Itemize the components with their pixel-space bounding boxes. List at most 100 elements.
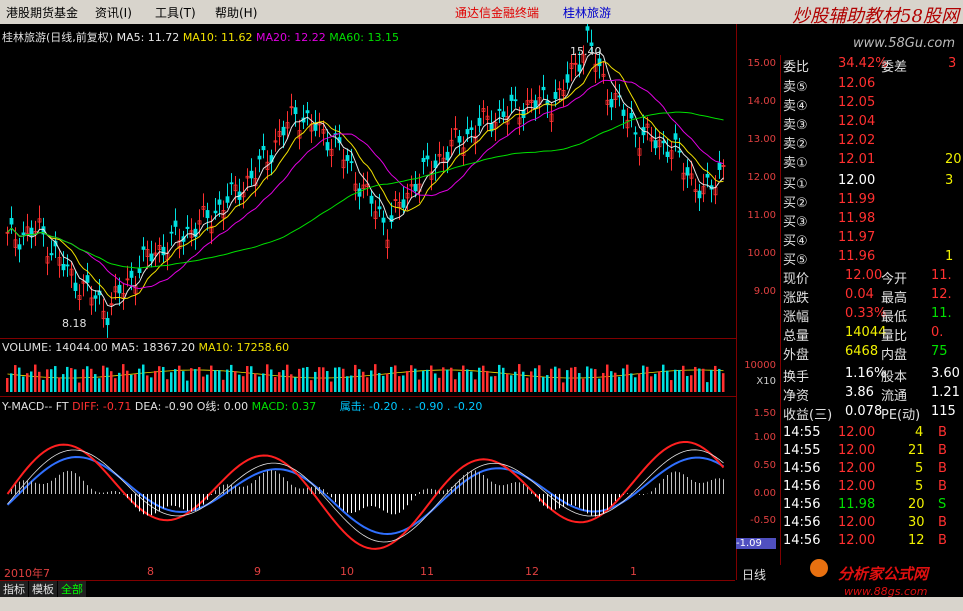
sell-level-label: 卖② xyxy=(783,137,808,152)
volume-bar xyxy=(606,364,609,392)
ma5-line xyxy=(7,51,724,308)
tick-side: B xyxy=(938,425,947,440)
volume-bar xyxy=(706,382,709,392)
stat-label: 量比 xyxy=(881,329,908,344)
ma60-line xyxy=(7,111,724,269)
volume-bar xyxy=(722,373,725,392)
volume-bar xyxy=(470,371,473,392)
tick-side: S xyxy=(938,497,947,512)
sell-price: 12.05 xyxy=(838,95,876,110)
volume-bar xyxy=(614,372,617,392)
menu-help[interactable]: 帮助(H) xyxy=(215,4,257,21)
date-label: 12 xyxy=(525,565,539,578)
volume-bar xyxy=(18,367,21,392)
sell-price: 12.02 xyxy=(838,133,876,148)
candle xyxy=(465,129,470,135)
kline-chart[interactable]: 15.40 8.18 xyxy=(0,24,736,580)
volume-bar xyxy=(478,367,481,392)
candle xyxy=(117,284,122,294)
volume-bar xyxy=(294,377,297,392)
volume-bar xyxy=(58,377,61,392)
candle xyxy=(653,140,658,149)
volume-bar xyxy=(506,373,509,392)
volume-bar xyxy=(414,368,417,392)
stat-value: 115 xyxy=(931,404,956,419)
buy-volume: 1 xyxy=(945,249,954,264)
volume-bar xyxy=(302,367,305,392)
sell-level-label: 卖③ xyxy=(783,118,808,133)
volume-bar xyxy=(322,367,325,392)
volume-bar xyxy=(718,368,721,392)
volume-bar xyxy=(74,369,77,392)
volume-bar xyxy=(326,371,329,392)
volume-bar xyxy=(346,376,349,392)
volume-bar xyxy=(474,379,477,392)
volume-bar xyxy=(98,378,101,392)
sell-level-label: 卖① xyxy=(783,156,808,171)
stat-label: 净资 xyxy=(783,389,810,404)
volume-bar xyxy=(150,377,153,392)
candle xyxy=(213,210,218,214)
weicha-value: 3 xyxy=(948,56,957,71)
vol-unit: X10 xyxy=(756,376,776,387)
volume-bar xyxy=(134,374,137,392)
candle xyxy=(281,126,286,136)
volume-bar xyxy=(278,372,281,392)
logo-url: www.88gs.com xyxy=(844,585,928,598)
y-tick: 9.00 xyxy=(753,286,776,297)
candle xyxy=(149,253,154,262)
tick-volume: 5 xyxy=(915,461,924,476)
volume-bar xyxy=(238,374,241,392)
stat-value: 12.00 xyxy=(845,268,883,283)
volume-bar xyxy=(10,373,13,392)
tab-indicator[interactable]: 指标 xyxy=(0,581,28,597)
volume-bar xyxy=(86,366,89,392)
tick-price: 12.00 xyxy=(838,443,876,458)
candle xyxy=(9,218,14,225)
macd-y-tick: 0.00 xyxy=(753,488,776,499)
volume-bar xyxy=(46,369,49,392)
menu-info[interactable]: 资讯(I) xyxy=(95,4,132,21)
candle xyxy=(173,220,178,227)
volume-bar xyxy=(486,370,489,392)
candle xyxy=(349,161,354,164)
stat-label: 收益(三) xyxy=(783,408,833,423)
volume-bar xyxy=(386,373,389,392)
candle xyxy=(369,195,374,204)
tab-template[interactable]: 模板 xyxy=(29,581,57,597)
stat-label: PE(动) xyxy=(881,408,921,423)
candle xyxy=(677,150,682,153)
menu-hk-futures[interactable]: 港股期货基金 xyxy=(6,4,78,21)
volume-bar xyxy=(462,365,465,392)
stat-value: 12. xyxy=(931,287,952,302)
volume-bar xyxy=(622,368,625,392)
date-label: 8 xyxy=(147,565,154,578)
volume-bar xyxy=(94,374,97,392)
candle xyxy=(633,132,638,135)
volume-bar xyxy=(14,365,17,392)
volume-bar xyxy=(374,364,377,392)
stat-label: 换手 xyxy=(783,370,810,385)
volume-bar xyxy=(582,378,585,392)
volume-bar xyxy=(42,379,45,392)
volume-bar xyxy=(334,367,337,392)
macd-y-tick: -0.50 xyxy=(750,515,776,526)
stat-label: 现价 xyxy=(783,272,810,287)
y-tick: 12.00 xyxy=(747,172,776,183)
tick-volume: 4 xyxy=(915,425,924,440)
candle xyxy=(105,318,110,326)
candle xyxy=(85,275,90,283)
volume-bar xyxy=(498,364,501,392)
volume-bar xyxy=(154,370,157,392)
candle xyxy=(65,264,70,267)
date-label: 9 xyxy=(254,565,261,578)
volume-bar xyxy=(658,371,661,392)
volume-bar xyxy=(222,379,225,392)
candle xyxy=(257,155,262,160)
volume-bar xyxy=(66,366,69,392)
buy-price: 11.99 xyxy=(838,192,876,207)
volume-bar xyxy=(50,369,53,392)
menu-tools[interactable]: 工具(T) xyxy=(155,4,196,21)
tab-all[interactable]: 全部 xyxy=(58,581,86,597)
volume-bar xyxy=(626,364,629,392)
